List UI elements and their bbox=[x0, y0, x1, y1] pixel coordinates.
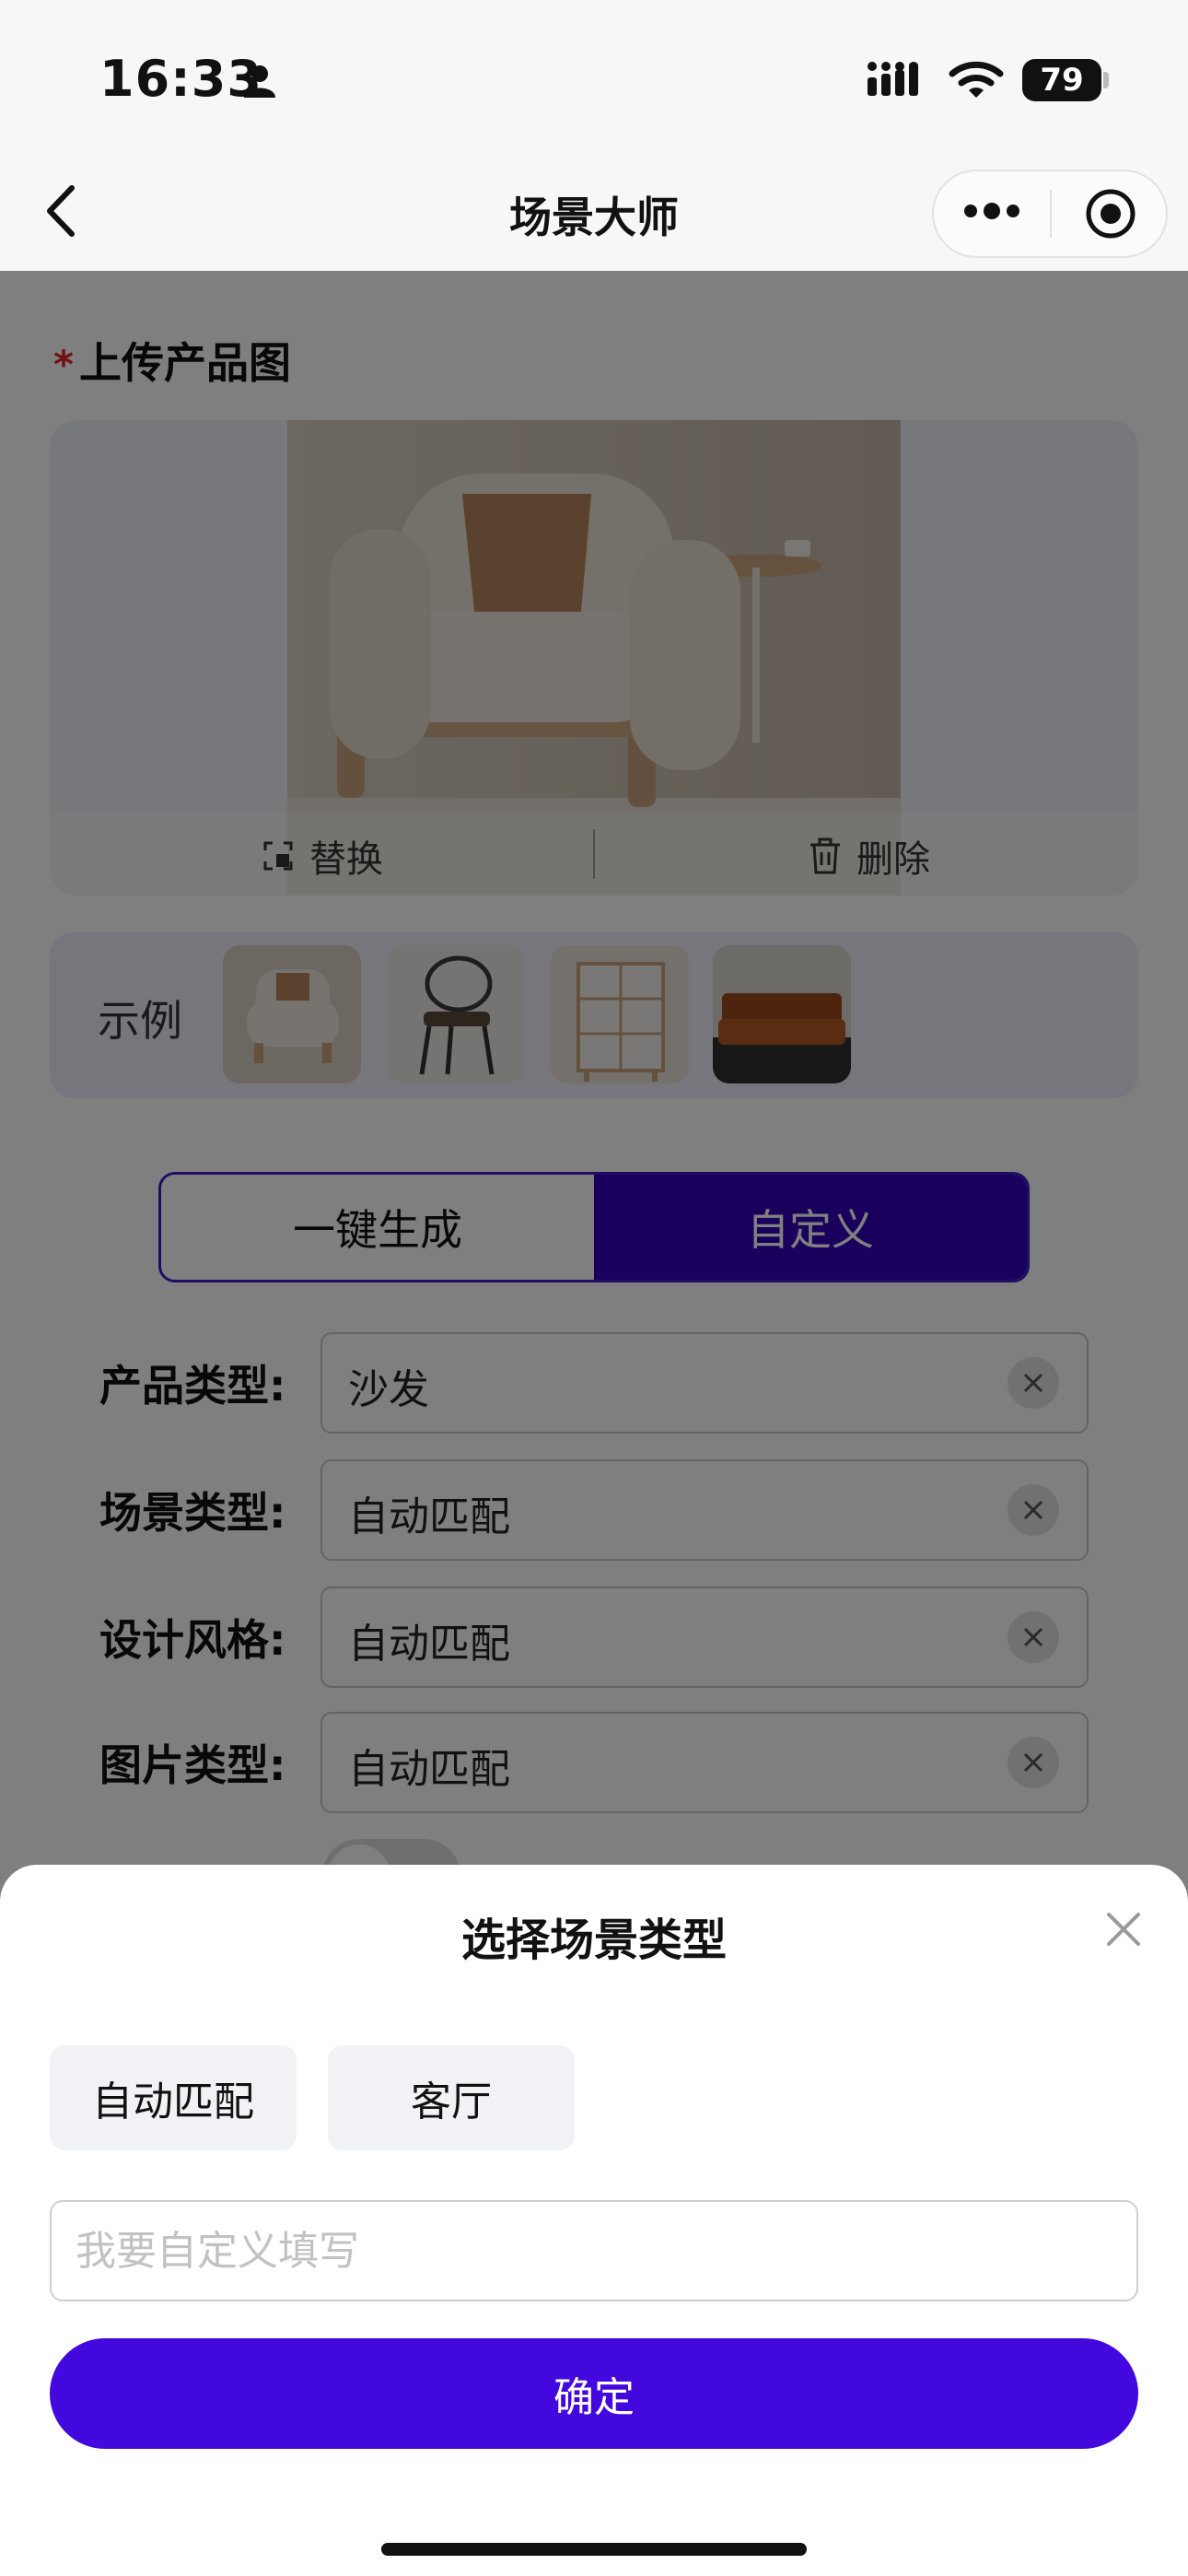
option-living-room[interactable]: 客厅 bbox=[328, 2045, 575, 2150]
custom-scene-input[interactable] bbox=[50, 2200, 1138, 2301]
close-icon[interactable] bbox=[1096, 1902, 1151, 1957]
more-icon[interactable] bbox=[961, 197, 1022, 225]
status-time: 16:33 bbox=[99, 50, 262, 108]
battery-level: 79 bbox=[1040, 62, 1084, 99]
battery-cap bbox=[1103, 72, 1109, 88]
confirm-button[interactable]: 确定 bbox=[50, 2338, 1138, 2449]
person-icon bbox=[244, 65, 275, 98]
capsule-divider bbox=[1050, 190, 1052, 238]
home-indicator[interactable] bbox=[381, 2543, 807, 2556]
wifi-icon bbox=[949, 61, 1004, 98]
battery-icon: 79 bbox=[1022, 59, 1101, 101]
cellular-signal-icon bbox=[868, 62, 918, 96]
option-auto-match[interactable]: 自动匹配 bbox=[50, 2045, 297, 2150]
sheet-title: 选择场景类型 bbox=[460, 1914, 727, 1966]
close-miniprogram-icon[interactable] bbox=[1083, 186, 1138, 241]
